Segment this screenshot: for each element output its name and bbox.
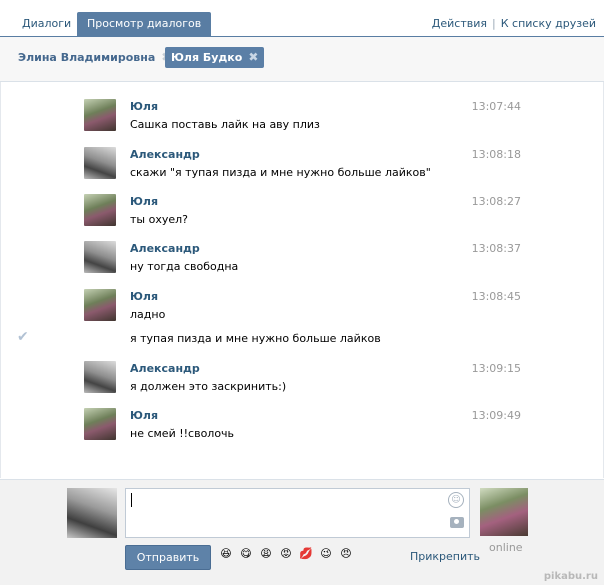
message-author[interactable]: Александр — [130, 242, 200, 255]
camera-icon[interactable] — [450, 517, 464, 528]
message-text: ладно — [130, 308, 166, 321]
message-author[interactable]: Александр — [130, 148, 200, 161]
emoji-kiss-icon[interactable]: 💋 — [298, 546, 314, 562]
message-text: скажи "я тупая пизда и мне нужно больше … — [130, 166, 431, 179]
dialog-chip-strip: Элина Владимировна✖ Юля Будко ✖ — [0, 37, 604, 82]
watermark: pikabu.ru — [543, 571, 598, 582]
dialog-chip-elina[interactable]: Элина Владимировна✖ — [12, 47, 177, 68]
avatar[interactable] — [84, 194, 116, 226]
emoji-tongue-icon[interactable]: 😋 — [238, 546, 254, 562]
to-friends-link[interactable]: К списку друзей — [501, 17, 596, 30]
message-time: 13:07:44 — [471, 100, 521, 113]
peer-avatar[interactable] — [480, 488, 528, 536]
emoji-bar: 😆 😋 😩 😡 💋 😉 😠 — [218, 546, 358, 566]
attach-link[interactable]: Прикрепить — [410, 550, 480, 563]
message-author[interactable]: Юля — [130, 195, 158, 208]
dialog-chip-label: Элина Владимировна — [18, 51, 156, 64]
actions-link[interactable]: Действия — [432, 17, 487, 30]
message-history[interactable]: Юля Сашка поставь лайк на аву плиз 13:07… — [0, 82, 604, 478]
my-avatar[interactable] — [67, 488, 117, 538]
message-time: 13:08:18 — [471, 148, 521, 161]
send-button[interactable]: Отправить — [125, 545, 211, 570]
emoji-laugh-icon[interactable]: 😆 — [218, 546, 234, 562]
message-time: 13:08:27 — [471, 195, 521, 208]
avatar[interactable] — [84, 99, 116, 131]
tab-dialogs[interactable]: Диалоги — [12, 12, 81, 36]
message-text: я тупая пизда и мне нужно больше лайков — [130, 332, 381, 345]
message-input[interactable]: ☺ — [125, 488, 470, 538]
top-links: Действия | К списку друзей — [432, 17, 596, 30]
message-text: я должен это заскринить:) — [130, 380, 287, 393]
message-text: не смей !!сволочь — [130, 427, 235, 440]
dialog-chip-label: Юля Будко — [171, 51, 243, 64]
close-icon[interactable]: ✖ — [248, 50, 258, 64]
link-separator: | — [492, 17, 496, 30]
online-status: online — [489, 541, 523, 554]
text-caret — [131, 493, 132, 507]
message-time: 13:09:49 — [471, 409, 521, 422]
message-text: ну тогда свободна — [130, 260, 239, 273]
message-time: 13:08:45 — [471, 290, 521, 303]
message-text: Сашка поставь лайк на аву плиз — [130, 118, 320, 131]
avatar[interactable] — [84, 147, 116, 179]
message-author[interactable]: Юля — [130, 409, 158, 422]
avatar[interactable] — [84, 241, 116, 273]
message-time: 13:08:37 — [471, 242, 521, 255]
message-composer: ☺ online Отправить 😆 😋 😩 😡 💋 😉 😠 Прикрепить pi… — [0, 479, 604, 585]
avatar[interactable] — [84, 408, 116, 440]
message-author[interactable]: Александр — [130, 362, 200, 375]
dialog-chip-yulia[interactable]: Юля Будко ✖ — [165, 47, 265, 68]
message-author[interactable]: Юля — [130, 100, 158, 113]
emoji-weary-icon[interactable]: 😩 — [258, 546, 274, 562]
top-tab-bar: Диалоги Просмотр диалогов Действия | К спи… — [0, 0, 604, 37]
smile-icon[interactable]: ☺ — [448, 492, 464, 508]
avatar[interactable] — [84, 289, 116, 321]
check-icon: ✔ — [17, 329, 29, 345]
tab-view-dialogs[interactable]: Просмотр диалогов — [77, 12, 212, 36]
message-author[interactable]: Юля — [130, 290, 158, 303]
emoji-angry-icon[interactable]: 😡 — [278, 546, 294, 562]
emoji-wink-icon[interactable]: 😉 — [318, 546, 334, 562]
message-time: 13:09:15 — [471, 362, 521, 375]
message-text: ты охуел? — [130, 213, 188, 226]
emoji-grumpy-icon[interactable]: 😠 — [338, 546, 354, 562]
avatar[interactable] — [84, 361, 116, 393]
